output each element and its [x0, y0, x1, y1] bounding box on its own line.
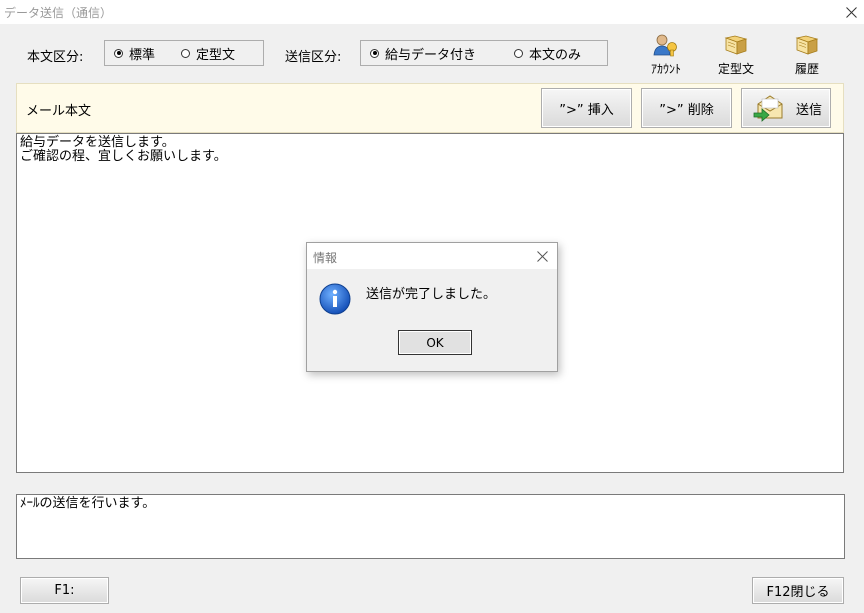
- book-icon: [724, 35, 748, 55]
- account-button[interactable]: ｱｶｳﾝﾄ: [643, 33, 689, 77]
- send-mail-icon: [753, 95, 783, 122]
- dialog-info-icon-wrap: [319, 283, 351, 319]
- radio-dot-selected: [114, 48, 123, 58]
- template-label: 定型文: [717, 62, 754, 76]
- mail-body-label: メール本文: [26, 104, 92, 119]
- radio-send-body-only[interactable]: 本文のみ: [514, 44, 581, 63]
- radio-dot-selected: [370, 48, 379, 58]
- account-icon: [653, 34, 677, 57]
- status-message-box: ﾒｰﾙの送信を行います。: [16, 494, 845, 559]
- radio-send-with-salary[interactable]: 給与データ付き: [370, 44, 476, 63]
- radio-dot: [181, 48, 191, 58]
- body-type-label: 本文区分:: [27, 50, 84, 65]
- dialog-message: 送信が完了しました。: [366, 287, 497, 302]
- info-dialog: 情報 送信が完了しました。 OK: [306, 242, 558, 372]
- radio-body-template[interactable]: 定型文: [181, 44, 235, 63]
- f1-button[interactable]: F1:: [20, 577, 109, 604]
- radio-dot: [514, 48, 524, 58]
- title-bar: データ送信（通信）: [0, 0, 864, 24]
- close-icon: [536, 250, 548, 262]
- delete-button[interactable]: ”>” 削除: [641, 88, 732, 128]
- history-book-icon: [795, 35, 819, 55]
- close-icon: [845, 6, 857, 18]
- insert-button[interactable]: ”>” 挿入: [541, 88, 632, 128]
- info-icon: [319, 283, 351, 315]
- f12-close-button[interactable]: F12閉じる: [752, 577, 844, 604]
- send-button-label: 送信: [796, 102, 823, 118]
- dialog-close-button[interactable]: [531, 247, 553, 265]
- template-button[interactable]: 定型文: [713, 33, 759, 77]
- history-label: 履歴: [794, 62, 819, 76]
- body-type-group: 標準 定型文: [104, 40, 264, 66]
- dialog-ok-button[interactable]: OK: [398, 330, 472, 355]
- mail-header-bar: メール本文 ”>” 挿入 ”>” 削除 送信: [16, 83, 844, 133]
- send-button[interactable]: 送信: [741, 88, 831, 128]
- dialog-title: 情報: [313, 251, 338, 265]
- send-type-label: 送信区分:: [285, 50, 342, 65]
- send-type-group: 給与データ付き 本文のみ: [360, 40, 608, 66]
- radio-body-standard[interactable]: 標準: [114, 44, 155, 63]
- dialog-title-bar: 情報: [307, 243, 557, 269]
- account-label: ｱｶｳﾝﾄ: [650, 62, 681, 76]
- window-close-button[interactable]: [840, 0, 862, 24]
- history-button[interactable]: 履歴: [784, 33, 830, 77]
- window-title: データ送信（通信）: [4, 6, 113, 20]
